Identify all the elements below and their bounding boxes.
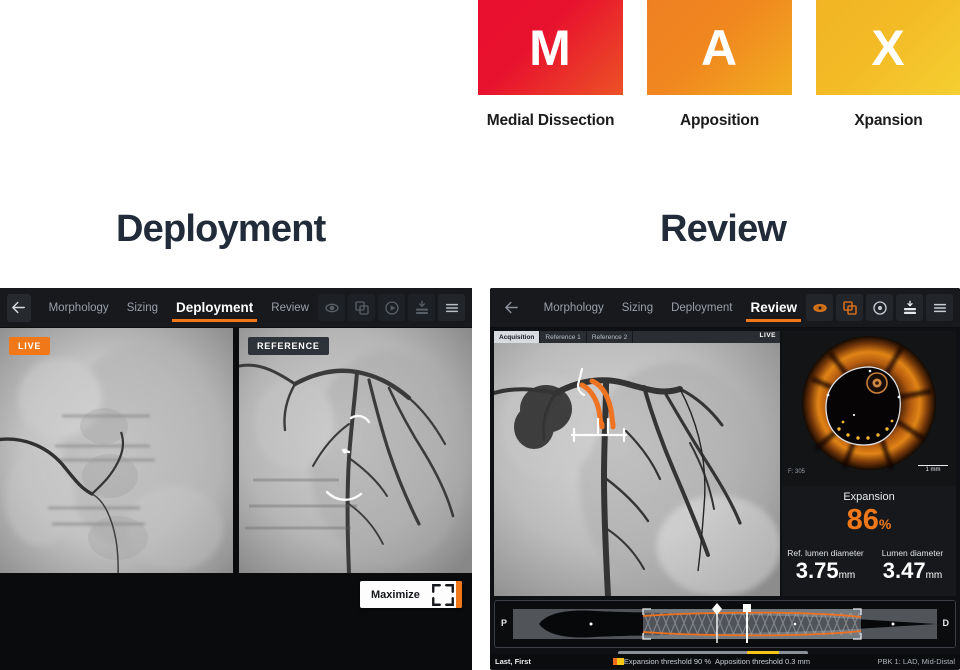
deployment-tool-icons: [318, 294, 465, 321]
proximal-marker: P: [501, 618, 508, 628]
expansion-unit: %: [878, 516, 892, 532]
save-icon[interactable]: [896, 294, 923, 321]
apposition-threshold-swatch: [616, 658, 624, 665]
apposition-threshold-label: Apposition threshold 0.3 mm: [714, 657, 811, 666]
longitudinal-image: [495, 601, 955, 647]
angiogram-image: [494, 331, 780, 596]
threshold-legend: Expansion threshold 90 % Apposition thre…: [612, 657, 811, 666]
tab-deployment[interactable]: Deployment: [662, 288, 741, 328]
layers-icon[interactable]: [836, 294, 863, 321]
vessel-label: PBK 1: LAD, Mid-Distal: [877, 657, 955, 666]
tab-review[interactable]: Review: [741, 288, 806, 328]
live-badge: LIVE: [9, 337, 51, 355]
oct-panel: F: 305 1 mm Expansion 86% Ref. lumen dia…: [782, 331, 956, 596]
max-legend-item-medial-dissection: M Medial Dissection: [478, 0, 623, 130]
ref-lumen-label: Ref. lumen diameter: [787, 548, 864, 558]
eye-icon[interactable]: [806, 294, 833, 321]
save-icon[interactable]: [408, 294, 435, 321]
tab-morphology[interactable]: Morphology: [535, 288, 613, 328]
play-circle-icon[interactable]: [866, 294, 893, 321]
review-body: Acquisition Reference 1 Reference 2 LIVE: [490, 328, 960, 669]
live-tag: LIVE: [759, 332, 776, 339]
dual-angiogram-view: LIVE REFERENCE: [0, 328, 472, 573]
ref-lumen-diameter: Ref. lumen diameter 3.75mm: [782, 548, 869, 583]
max-label-xpansion: Xpansion: [854, 112, 923, 129]
review-toolbar: Morphology Sizing Deployment Review: [490, 288, 960, 328]
measurements-panel: Expansion 86% Ref. lumen diameter 3.75mm…: [782, 491, 956, 583]
max-label-apposition: Apposition: [680, 112, 759, 129]
live-fluoroscopy-pane[interactable]: LIVE: [0, 328, 233, 573]
scale-bar-line: [918, 465, 948, 466]
longitudinal-pullback-view[interactable]: P D: [494, 600, 956, 648]
oct-cross-section[interactable]: [782, 331, 956, 486]
review-app-window: Morphology Sizing Deployment Review Acqu…: [490, 288, 960, 670]
menu-icon[interactable]: [438, 294, 465, 321]
lumen-label: Lumen diameter: [881, 548, 944, 558]
layers-icon[interactable]: [348, 294, 375, 321]
maximize-label: Maximize: [371, 588, 420, 601]
tab-morphology[interactable]: Morphology: [40, 288, 118, 328]
scale-bar-label: 1 mm: [925, 467, 941, 473]
reference-angiogram-pane[interactable]: REFERENCE: [239, 328, 472, 573]
deployment-app-window: Morphology Sizing Deployment Review LIVE…: [0, 288, 472, 670]
deployment-toolbar: Morphology Sizing Deployment Review: [0, 288, 472, 328]
expansion-label: Expansion: [843, 491, 895, 503]
lumen-unit: mm: [925, 570, 943, 581]
max-legend-item-apposition: A Apposition: [647, 0, 792, 130]
tab-deployment[interactable]: Deployment: [167, 288, 262, 328]
play-circle-icon[interactable]: [378, 294, 405, 321]
maximize-button[interactable]: Maximize: [360, 581, 462, 608]
status-bar: Last, First Expansion threshold 90 % App…: [490, 654, 960, 669]
menu-icon[interactable]: [926, 294, 953, 321]
expansion-value: 86%: [782, 506, 956, 535]
deployment-tabs: Morphology Sizing Deployment Review: [40, 288, 318, 328]
max-legend-item-xpansion: X Xpansion: [816, 0, 960, 130]
diameter-row: Ref. lumen diameter 3.75mm Lumen diamete…: [782, 548, 956, 583]
patient-name: Last, First: [495, 657, 531, 666]
max-tile-a: A: [647, 0, 792, 95]
section-title-deployment: Deployment: [116, 208, 326, 250]
image-tab-reference-1[interactable]: Reference 1: [540, 331, 587, 343]
reference-badge: REFERENCE: [248, 337, 329, 355]
lumen-value-row: 3.47mm: [869, 558, 956, 583]
scale-bar: 1 mm: [918, 465, 948, 473]
distal-marker: D: [942, 618, 950, 628]
expansion-threshold-label: Expansion threshold 90 %: [623, 657, 711, 666]
image-tab-reference-2[interactable]: Reference 2: [587, 331, 634, 343]
oct-image: [782, 331, 956, 486]
review-tabs: Morphology Sizing Deployment Review: [535, 288, 806, 328]
maximize-accent-edge: [456, 581, 462, 608]
expand-icon: [430, 582, 456, 608]
frame-number: F: 305: [788, 469, 806, 475]
ref-lumen-unit: mm: [838, 570, 856, 581]
section-title-review: Review: [660, 208, 787, 250]
lumen-value: 3.47: [882, 558, 926, 583]
lumen-diameter: Lumen diameter 3.47mm: [869, 548, 956, 583]
eye-icon[interactable]: [318, 294, 345, 321]
expansion-number: 86: [846, 504, 879, 536]
max-legend: M Medial Dissection A Apposition X Xpans…: [478, 0, 960, 150]
coregistration-angiogram-pane[interactable]: Acquisition Reference 1 Reference 2 LIVE: [494, 331, 780, 596]
infographic-page: M Medial Dissection A Apposition X Xpans…: [0, 0, 960, 670]
image-tab-acquisition[interactable]: Acquisition: [494, 331, 541, 343]
max-label-medial-dissection: Medial Dissection: [486, 112, 615, 129]
max-tile-x: X: [816, 0, 960, 95]
tab-review[interactable]: Review: [262, 288, 318, 328]
back-button[interactable]: [497, 294, 526, 322]
back-button[interactable]: [7, 293, 31, 322]
max-tile-m: M: [478, 0, 623, 95]
review-tool-icons: [806, 294, 953, 321]
acquisition-tabs: Acquisition Reference 1 Reference 2: [494, 331, 780, 343]
ref-lumen-value: 3.75: [795, 558, 839, 583]
ref-lumen-value-row: 3.75mm: [782, 558, 869, 583]
fluoroscopy-image: [0, 328, 233, 573]
reference-angiogram-image: [239, 328, 472, 573]
tab-sizing[interactable]: Sizing: [118, 288, 167, 328]
tab-sizing[interactable]: Sizing: [613, 288, 662, 328]
